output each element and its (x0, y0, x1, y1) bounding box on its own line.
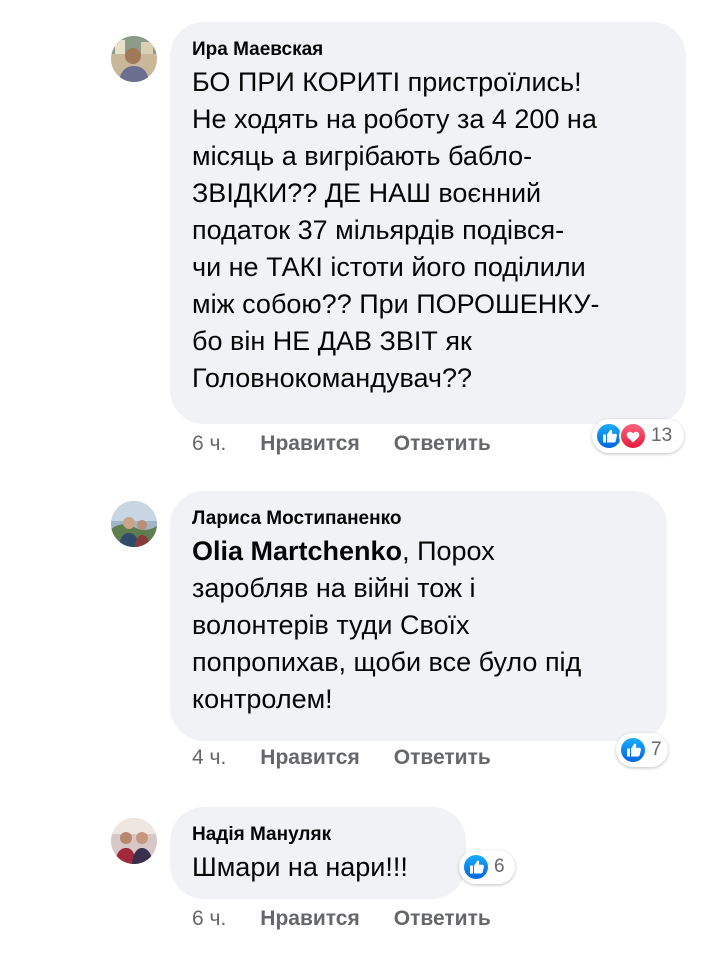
reaction-count: 7 (651, 739, 662, 760)
reply-button[interactable]: Ответить (394, 907, 491, 931)
like-button[interactable]: Нравится (260, 907, 359, 931)
comment-text: БО ПРИ КОРИТІ пристроїлись! Не ходять на… (192, 67, 600, 393)
comment-author[interactable]: Лариса Мостипаненко (192, 507, 645, 531)
comment-text: Olia Martchenko, Порох заробляв на війні… (192, 533, 645, 718)
like-button[interactable]: Нравится (260, 432, 359, 456)
comment-time[interactable]: 4 ч. (192, 746, 226, 770)
reply-button[interactable]: Ответить (394, 746, 491, 770)
reply-button[interactable]: Ответить (394, 432, 491, 456)
comment-actions: 6 ч. Нравится Ответить (192, 907, 525, 931)
like-icon (619, 736, 647, 764)
avatar-photo-icon (111, 501, 157, 547)
reaction-summary[interactable]: 6 (459, 850, 515, 884)
comment-time[interactable]: 6 ч. (192, 432, 226, 456)
comment-text: Шмари на нари!!! (192, 852, 408, 882)
mention-link[interactable]: Olia Martchenko (192, 536, 402, 566)
reaction-count: 13 (651, 425, 673, 446)
reaction-summary[interactable]: 13 (592, 419, 684, 453)
like-button[interactable]: Нравится (260, 746, 359, 770)
avatar[interactable] (111, 501, 157, 547)
comment-bubble: Ира Маевская БО ПРИ КОРИТІ пристроїлись!… (170, 22, 686, 424)
reaction-count: 6 (494, 856, 505, 877)
love-icon (619, 422, 647, 450)
comment-time[interactable]: 6 ч. (192, 907, 226, 931)
comment-bubble: Лариса Мостипаненко Olia Martchenko, Пор… (170, 491, 667, 741)
reaction-summary[interactable]: 7 (616, 733, 668, 767)
comment-bubble: Надія Мануляк Шмари на нари!!! (170, 807, 466, 899)
comment-actions: 4 ч. Нравится Ответить (192, 746, 525, 770)
avatar-photo-icon (111, 36, 157, 82)
avatar[interactable] (111, 818, 157, 864)
avatar[interactable] (111, 36, 157, 82)
avatar-photo-icon (111, 818, 157, 864)
like-icon (462, 853, 490, 881)
comment-actions: 6 ч. Нравится Ответить (192, 432, 525, 456)
comment-author[interactable]: Ира Маевская (192, 38, 664, 62)
comment-author[interactable]: Надія Мануляк (192, 823, 444, 847)
